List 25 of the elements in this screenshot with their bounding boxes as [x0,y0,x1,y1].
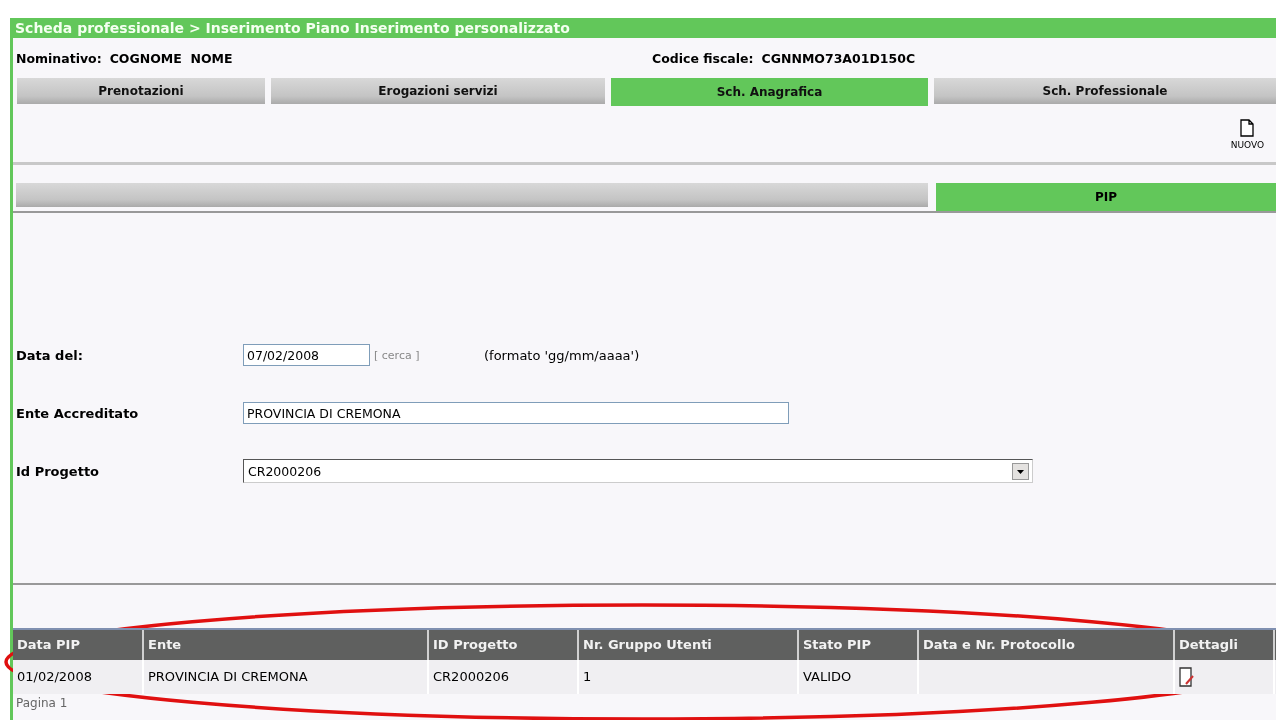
project-dropdown[interactable]: CR2000206 [243,459,1033,483]
field-label: Id Progetto [16,463,101,479]
info-label: Codice fiscale: [652,50,754,66]
input-field[interactable]: PROVINCIA DI CREMONA [243,402,789,424]
table-cell: CR2000206 [429,660,579,694]
table-cell: 01/02/2008 [13,660,144,694]
tab[interactable]: PIP [936,183,1276,211]
date-field[interactable]: 07/02/2008 [243,344,370,366]
tab[interactable]: Sch. Anagrafica [611,78,928,106]
tab[interactable]: Erogazioni servizi [271,78,605,104]
table-cell: PROVINCIA DI CREMONA [144,660,429,694]
info-value: COGNOME NOME [109,50,233,66]
field-label: Data del: [16,347,84,363]
format-hint: (formato 'gg/mm/aaaa') [484,347,640,363]
table-cell: VALIDO [799,660,919,694]
tab[interactable]: Sch. Professionale [934,78,1276,104]
search-link[interactable]: [ cerca ] [374,348,484,362]
field-label: Ente Accreditato [16,405,140,421]
page-title: Scheda professionale > Inserimento Piano Inserimento personalizzato [15,20,570,36]
page-indicator: Pagina 1 [15,695,69,712]
new-button[interactable]: NUOVO [1230,118,1264,150]
tab[interactable]: Prenotazioni [17,78,265,104]
info-value: CGNNMO73A01D150C [761,50,916,66]
info-label: Nominativo: [16,50,102,66]
table-cell: 1 [579,660,799,694]
